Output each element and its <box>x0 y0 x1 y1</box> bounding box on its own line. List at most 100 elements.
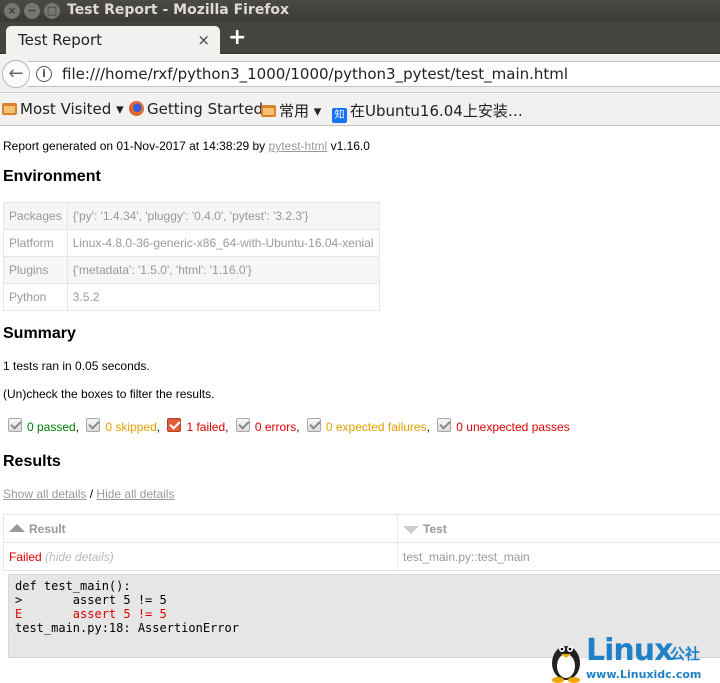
maximize-window-icon[interactable]: □ <box>44 3 60 19</box>
window-titlebar: × − □ Test Report - Mozilla Firefox <box>0 0 720 22</box>
tests-ran-text: 1 tests ran in 0.05 seconds. <box>3 359 150 373</box>
table-row[interactable]: Failed (hide details) test_main.py::test… <box>3 542 720 571</box>
checkbox-errors[interactable] <box>235 418 250 432</box>
filter-label: 0 skipped <box>105 420 157 434</box>
folder-icon <box>2 103 17 115</box>
env-value: 3.5.2 <box>66 283 380 311</box>
bookmark-most-visited[interactable]: Most Visited ▾ <box>2 100 124 118</box>
summary-heading: Summary <box>3 325 76 342</box>
filter-sep: , <box>156 420 161 434</box>
filter-errors[interactable]: 0 errors, <box>235 418 300 434</box>
details-links: Show all details / Hide all details <box>3 487 174 501</box>
bookmark-ubuntu[interactable]: 知在Ubuntu16.04上安装… <box>332 100 523 123</box>
generated-text: Report generated on 01-Nov-2017 at 14:38… <box>3 139 266 153</box>
generator-version: v1.16.0 <box>330 139 370 153</box>
window-title: Test Report - Mozilla Firefox <box>67 2 290 18</box>
hide-all-details-link[interactable]: Hide all details <box>96 487 174 501</box>
env-key: Python <box>3 283 68 311</box>
filter-checkboxes: 0 passed, 0 skipped, 1 failed, 0 errors,… <box>8 418 574 434</box>
tab-strip: Test Report × <box>0 22 720 55</box>
filter-label: 0 expected failures <box>325 420 427 434</box>
table-row: Plugins {'metadata': '1.5.0', 'html': '1.… <box>3 256 380 284</box>
show-all-details-link[interactable]: Show all details <box>3 487 86 501</box>
tux-logo-icon <box>552 646 580 683</box>
filter-skipped[interactable]: 0 skipped, <box>86 418 160 434</box>
table-row: Python 3.5.2 <box>3 283 380 311</box>
hide-details-toggle[interactable]: (hide details) <box>45 550 114 564</box>
log-line: > assert 5 != 5 <box>15 593 167 607</box>
bookmarks-toolbar: Most Visited ▾ Getting Started 常用 ▾ 知在Ub… <box>0 94 720 126</box>
table-row: Packages {'py': '1.4.34', 'pluggy': '0.4.… <box>3 202 380 230</box>
new-tab-button[interactable]: + <box>228 25 246 50</box>
sort-asc-icon <box>9 523 25 532</box>
report-generated: Report generated on 01-Nov-2017 at 14:38… <box>3 139 370 153</box>
navigation-bar: i file:///home/rxf/python3_1000/1000/pyt… <box>0 55 720 93</box>
table-row: Platform Linux-4.8.0-36-generic-x86_64-wi… <box>3 229 380 257</box>
info-icon[interactable]: i <box>36 66 52 82</box>
env-key: Plugins <box>3 256 68 284</box>
linuxidc-watermark: Linux 公社 www.Linuxidc.com <box>546 633 720 683</box>
env-key: Platform <box>3 229 68 257</box>
column-label: Result <box>29 521 66 536</box>
watermark-url: www.Linuxidc.com <box>586 668 702 681</box>
bookmark-getting-started[interactable]: Getting Started <box>129 100 263 118</box>
env-value: Linux-4.8.0-36-generic-x86_64-with-Ubunt… <box>66 229 380 257</box>
tab-test-report[interactable]: Test Report × <box>6 26 220 55</box>
test-name-cell: test_main.py::test_main <box>397 542 720 571</box>
url-text[interactable]: file:///home/rxf/python3_1000/1000/pytho… <box>62 65 568 83</box>
bookmark-label: 在Ubuntu16.04上安装… <box>350 102 523 120</box>
filter-label: 1 failed <box>186 420 226 434</box>
links-separator: / <box>89 487 94 501</box>
env-value: {'py': '1.4.34', 'pluggy': '0.4.0', 'pyt… <box>66 202 380 230</box>
url-bar[interactable]: i file:///home/rxf/python3_1000/1000/pyt… <box>28 61 720 87</box>
filter-passed[interactable]: 0 passed, <box>8 418 79 434</box>
column-label: Test <box>423 521 447 536</box>
watermark-brand: Linux <box>586 633 673 668</box>
log-line: def test_main(): <box>15 579 131 593</box>
tab-close-icon[interactable]: × <box>197 31 210 49</box>
tab-title: Test Report <box>18 31 103 49</box>
results-table: Result Test Failed (hide details) test_m… <box>3 514 720 571</box>
folder-icon <box>261 105 276 117</box>
filter-sep: , <box>296 420 300 434</box>
result-status: Failed <box>9 549 42 564</box>
filter-sep: , <box>225 420 229 434</box>
zhihu-icon: 知 <box>332 108 347 123</box>
minimize-window-icon[interactable]: − <box>24 3 40 19</box>
filter-xfailed[interactable]: 0 expected failures, <box>306 418 430 434</box>
sort-desc-icon <box>403 525 419 534</box>
filter-hint: (Un)check the boxes to filter the result… <box>3 387 215 401</box>
log-line-error: E assert 5 != 5 <box>15 607 167 621</box>
chevron-down-icon: ▾ <box>313 102 322 120</box>
result-cell: Failed (hide details) <box>3 542 398 571</box>
firefox-icon <box>129 101 144 116</box>
bookmark-label: Getting Started <box>147 100 263 118</box>
bookmark-common[interactable]: 常用 ▾ <box>261 100 321 121</box>
filter-label: 0 passed <box>27 420 76 434</box>
back-button[interactable]: ← <box>2 60 30 88</box>
filter-label: 0 unexpected passes <box>456 420 570 434</box>
filter-failed[interactable]: 1 failed, <box>167 418 229 434</box>
close-window-icon[interactable]: × <box>4 3 20 19</box>
bookmark-label: Most Visited <box>20 100 112 118</box>
filter-sep: , <box>75 420 80 434</box>
environment-table: Packages {'py': '1.4.34', 'pluggy': '0.4.… <box>3 202 380 311</box>
checkbox-skipped[interactable] <box>86 418 101 432</box>
filter-xpassed[interactable]: 0 unexpected passes <box>437 418 570 434</box>
checkbox-passed[interactable] <box>8 418 22 432</box>
pytest-html-link[interactable]: pytest-html <box>269 139 328 153</box>
checkbox-xpassed[interactable] <box>437 418 452 432</box>
column-result[interactable]: Result <box>3 514 398 543</box>
column-test[interactable]: Test <box>397 514 720 543</box>
results-heading: Results <box>3 453 61 470</box>
checkbox-xfailed[interactable] <box>306 418 321 432</box>
filter-sep: , <box>426 420 430 434</box>
checkbox-failed[interactable] <box>167 418 182 432</box>
results-header-row: Result Test <box>3 514 720 543</box>
watermark-cn: 公社 <box>670 645 701 663</box>
filter-label: 0 errors <box>254 420 297 434</box>
chevron-down-icon: ▾ <box>116 100 124 118</box>
env-key: Packages <box>3 202 68 230</box>
env-value: {'metadata': '1.5.0', 'html': '1.16.0'} <box>66 256 380 284</box>
page-content: Report generated on 01-Nov-2017 at 14:38… <box>0 127 720 683</box>
